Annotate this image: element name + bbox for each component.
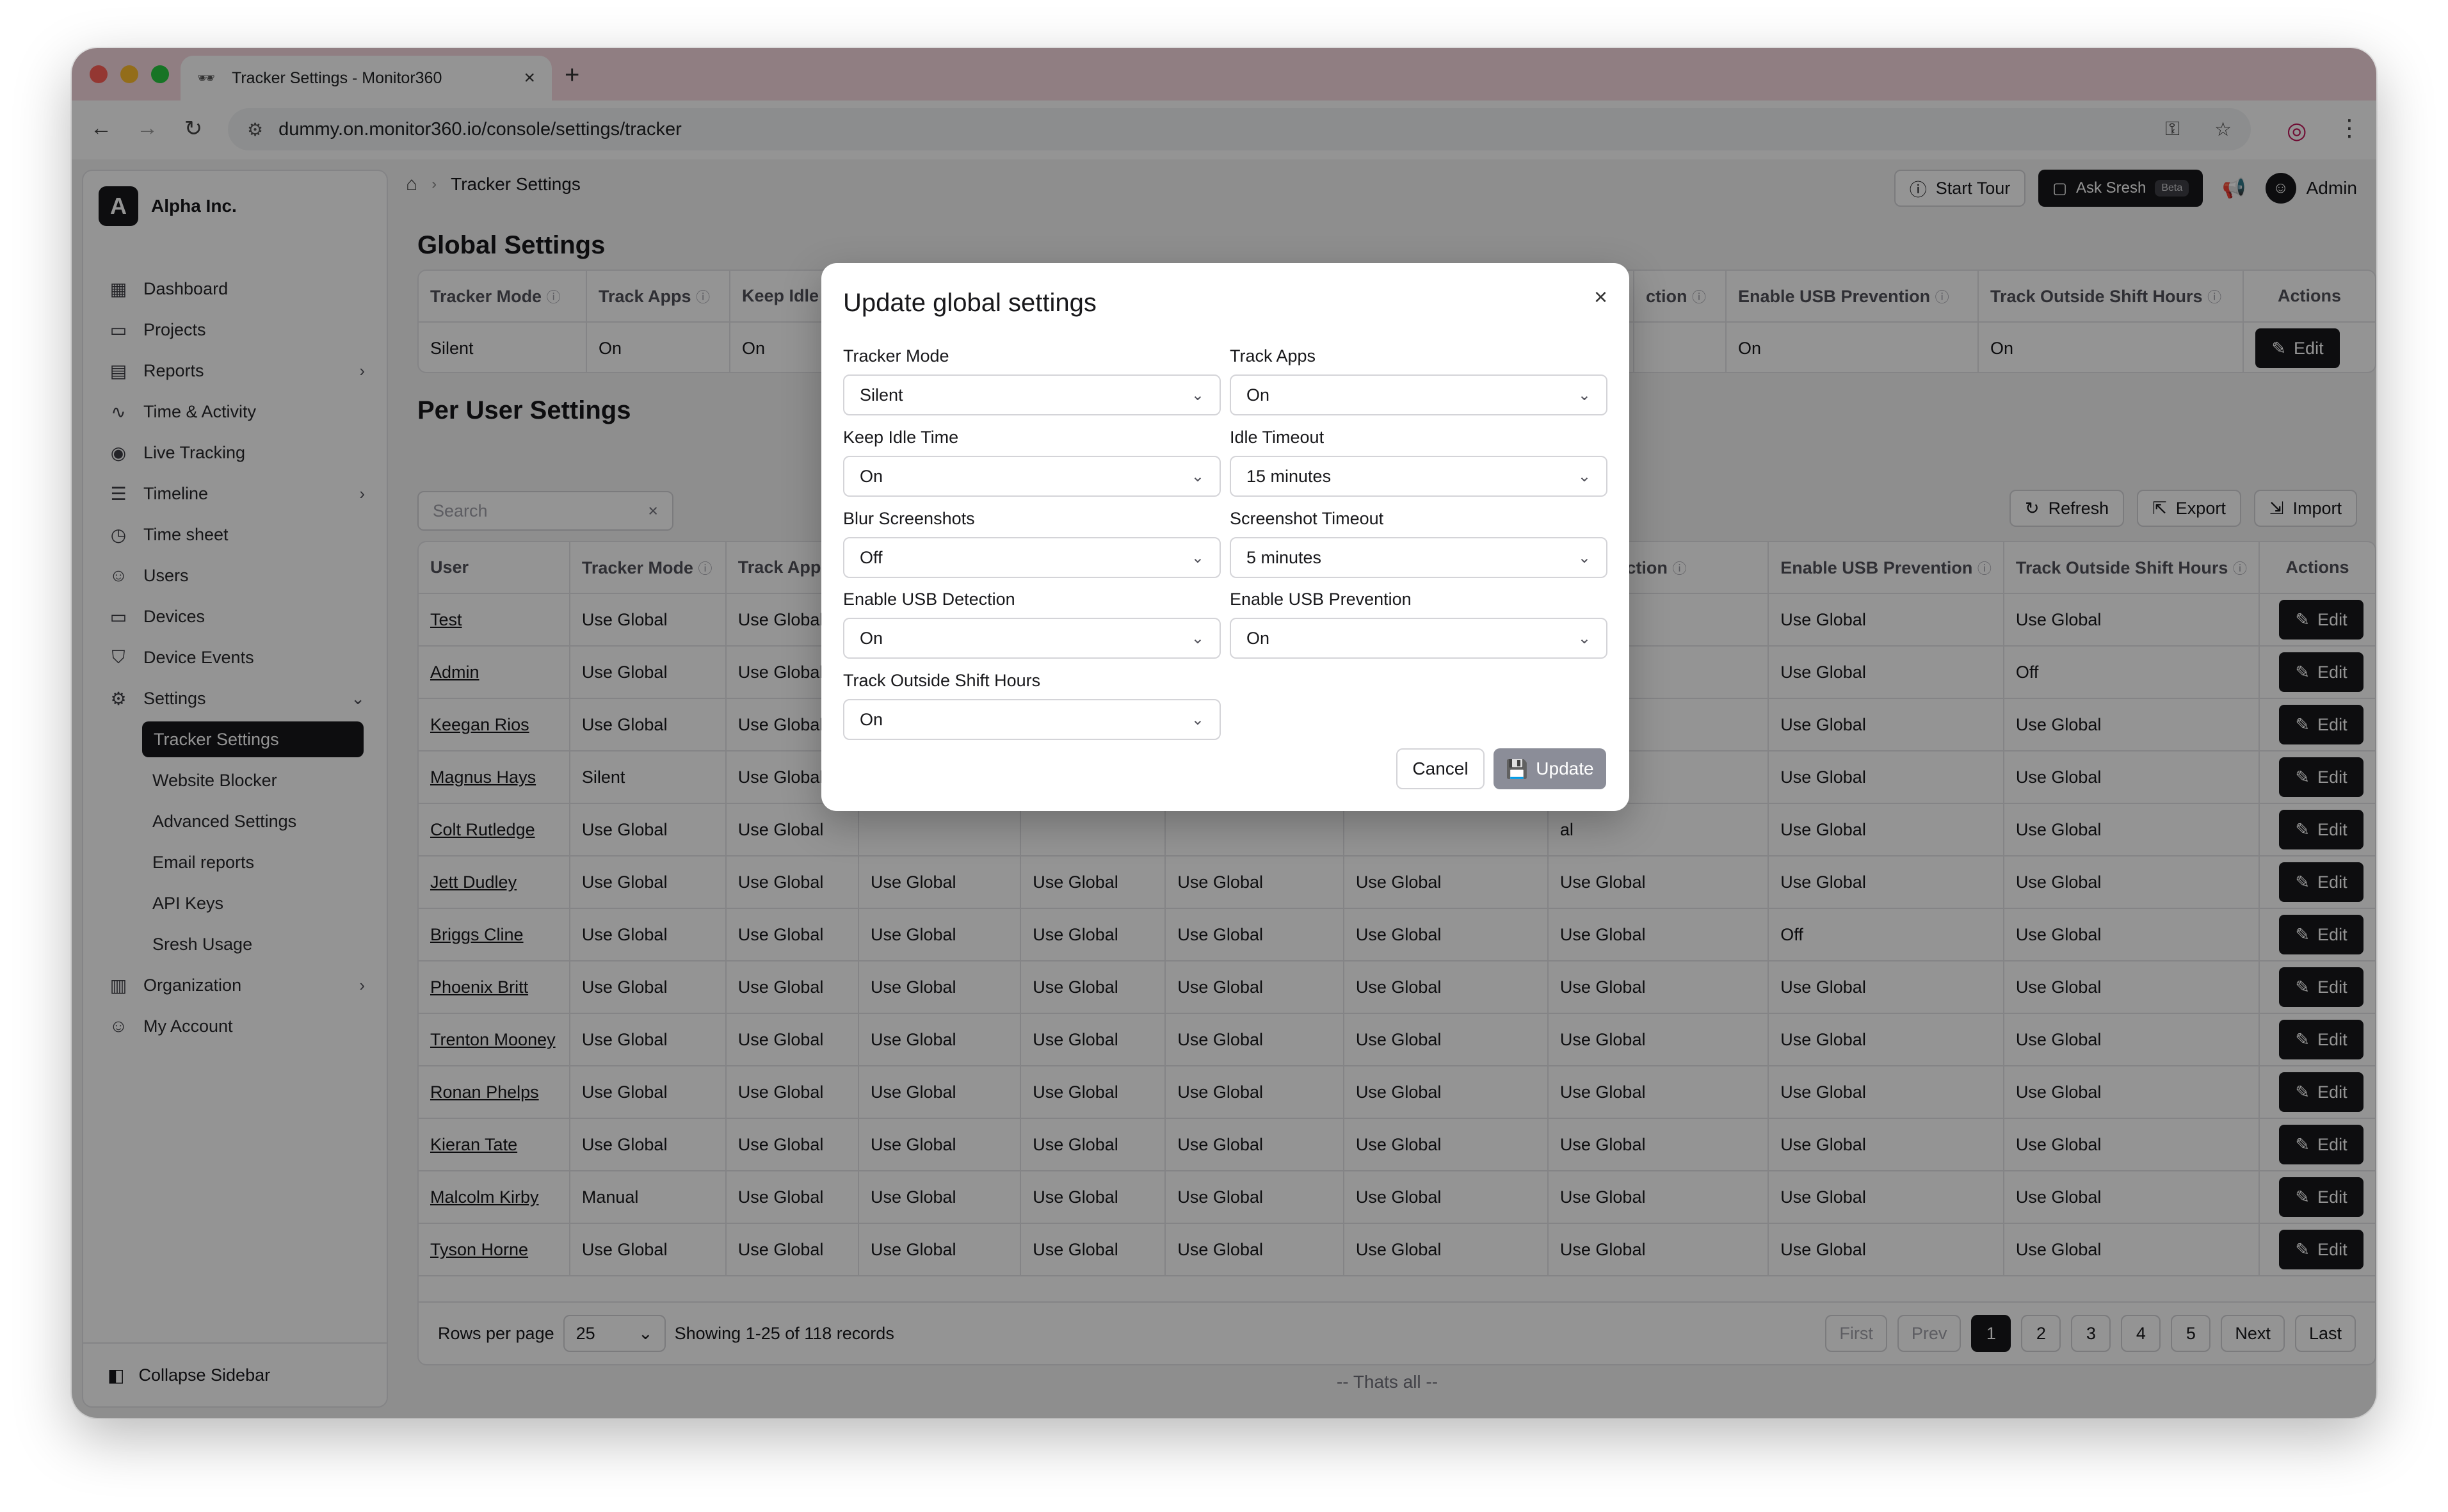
chevron-down-icon: ⌄ xyxy=(1577,467,1591,485)
update-label: Update xyxy=(1536,759,1594,778)
field-track-outside-shift-hours: Track Outside Shift Hours On ⌄ xyxy=(843,671,1221,740)
select-value: On xyxy=(860,466,883,486)
field-label: Track Outside Shift Hours xyxy=(843,671,1041,690)
chevron-down-icon: ⌄ xyxy=(1191,629,1204,647)
field-tracker-mode: Tracker Mode Silent ⌄ xyxy=(843,346,1221,415)
screenshot-timeout-select[interactable]: 5 minutes ⌄ xyxy=(1230,537,1607,578)
select-value: On xyxy=(860,709,883,729)
field-keep-idle-time: Keep Idle Time On ⌄ xyxy=(843,428,1221,497)
field-label: Keep Idle Time xyxy=(843,428,959,447)
field-screenshot-timeout: Screenshot Timeout 5 minutes ⌄ xyxy=(1230,509,1607,578)
keep-idle-time-select[interactable]: On ⌄ xyxy=(843,456,1221,497)
blur-screenshots-select[interactable]: Off ⌄ xyxy=(843,537,1221,578)
save-icon: 💾 xyxy=(1506,759,1529,779)
enable-usb-prevention-select[interactable]: On ⌄ xyxy=(1230,618,1607,659)
chevron-down-icon: ⌄ xyxy=(1577,549,1591,567)
select-value: Silent xyxy=(860,385,903,405)
field-label: Tracker Mode xyxy=(843,346,949,366)
track-apps-select[interactable]: On ⌄ xyxy=(1230,374,1607,415)
field-label: Track Apps xyxy=(1230,346,1316,366)
update-button[interactable]: 💾 Update xyxy=(1494,748,1606,789)
select-value: On xyxy=(860,628,883,648)
select-value: 15 minutes xyxy=(1246,466,1332,486)
tracker-mode-select[interactable]: Silent ⌄ xyxy=(843,374,1221,415)
chevron-down-icon: ⌄ xyxy=(1191,711,1204,728)
field-label: Enable USB Prevention xyxy=(1230,590,1412,609)
field-label: Idle Timeout xyxy=(1230,428,1325,447)
field-label: Screenshot Timeout xyxy=(1230,509,1384,528)
chevron-down-icon: ⌄ xyxy=(1191,467,1204,485)
field-label: Enable USB Detection xyxy=(843,590,1015,609)
update-global-settings-dialog: Update global settings × Tracker Mode Si… xyxy=(821,263,1629,811)
select-value: 5 minutes xyxy=(1246,547,1322,567)
field-blur-screenshots: Blur Screenshots Off ⌄ xyxy=(843,509,1221,578)
chevron-down-icon: ⌄ xyxy=(1577,386,1591,404)
field-enable-usb-detection: Enable USB Detection On ⌄ xyxy=(843,590,1221,659)
enable-usb-detection-select[interactable]: On ⌄ xyxy=(843,618,1221,659)
cancel-button[interactable]: Cancel xyxy=(1396,748,1485,789)
field-idle-timeout: Idle Timeout 15 minutes ⌄ xyxy=(1230,428,1607,497)
select-value: On xyxy=(1246,385,1270,405)
close-icon[interactable]: × xyxy=(1594,284,1607,310)
field-label: Blur Screenshots xyxy=(843,509,975,528)
dialog-title: Update global settings xyxy=(843,289,1097,317)
idle-timeout-select[interactable]: 15 minutes ⌄ xyxy=(1230,456,1607,497)
chevron-down-icon: ⌄ xyxy=(1191,386,1204,404)
chevron-down-icon: ⌄ xyxy=(1191,549,1204,567)
field-track-apps: Track Apps On ⌄ xyxy=(1230,346,1607,415)
track-outside-shift-hours-select[interactable]: On ⌄ xyxy=(843,699,1221,740)
chevron-down-icon: ⌄ xyxy=(1577,629,1591,647)
select-value: Off xyxy=(860,547,883,567)
select-value: On xyxy=(1246,628,1270,648)
field-enable-usb-prevention: Enable USB Prevention On ⌄ xyxy=(1230,590,1607,659)
